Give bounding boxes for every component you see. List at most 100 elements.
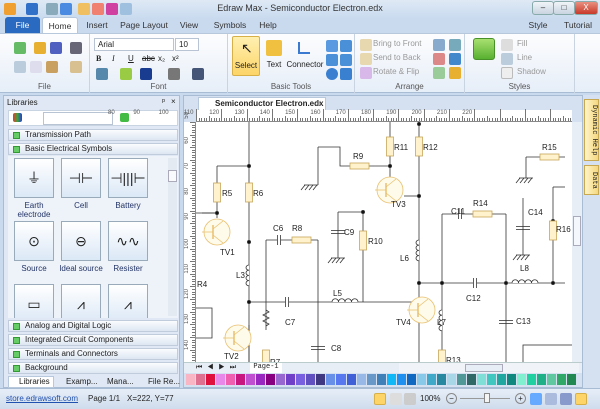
wire[interactable] (196, 307, 213, 339)
palette-swatch[interactable] (446, 374, 456, 385)
palette-swatch[interactable] (466, 374, 476, 385)
page-tab[interactable]: Page-1 (250, 363, 282, 373)
bold-button[interactable]: B (96, 54, 101, 63)
bottom-tab-examples[interactable]: Examp... (56, 377, 100, 386)
fit-page-icon[interactable] (530, 393, 542, 405)
palette-swatch[interactable] (286, 374, 296, 385)
palette-swatch[interactable] (456, 374, 466, 385)
transistor-tv1[interactable] (202, 218, 231, 246)
superscript-button[interactable]: x² (172, 54, 179, 63)
save-icon[interactable] (50, 42, 62, 54)
shadow-button[interactable]: Shadow (517, 67, 546, 76)
minimize-button[interactable]: – (532, 1, 554, 15)
pin-button[interactable]: ᵖ (162, 97, 165, 106)
paste-icon[interactable] (46, 61, 58, 73)
category-background[interactable]: Background (8, 362, 178, 374)
library-search-input[interactable] (43, 112, 113, 125)
split-view-icon[interactable] (390, 393, 402, 405)
line-spacing-icon[interactable] (96, 68, 108, 80)
document-tab-close[interactable]: ✕ (315, 98, 322, 110)
library-scroll-thumb[interactable] (168, 170, 177, 182)
capacitor-c12[interactable] (473, 278, 477, 288)
cut-icon[interactable] (14, 61, 26, 73)
bring-to-front-button[interactable]: Bring to Front (373, 39, 421, 48)
palette-swatch[interactable] (557, 374, 567, 385)
category-integrated-circuit[interactable]: Integrated Circuit Components (8, 334, 178, 346)
inductor-l6[interactable] (415, 239, 420, 262)
horizontal-scrollbar[interactable] (399, 363, 579, 373)
tab-view[interactable]: View (176, 17, 202, 34)
palette-swatch[interactable] (436, 374, 446, 385)
go-arrow-icon[interactable] (120, 113, 129, 122)
rectangle-tool-icon[interactable] (326, 54, 338, 66)
symbol-item[interactable]: ⏚ (14, 158, 54, 198)
resistor-r10[interactable] (359, 230, 367, 251)
highlight-icon[interactable] (120, 68, 132, 80)
font-size-select[interactable]: 10 (175, 38, 199, 51)
align-icon[interactable] (168, 68, 180, 80)
palette-swatch[interactable] (256, 374, 266, 385)
palette-swatch[interactable] (266, 374, 276, 385)
group-icon[interactable] (433, 67, 445, 79)
palette-swatch[interactable] (306, 374, 316, 385)
palette-swatch[interactable] (276, 374, 286, 385)
palette-swatch[interactable] (406, 374, 416, 385)
palette-swatch[interactable] (206, 374, 216, 385)
bottom-tab-libraries[interactable]: Libraries (8, 376, 54, 388)
palette-swatch[interactable] (396, 374, 406, 385)
align-objects-icon[interactable] (433, 39, 445, 51)
inductor-l5[interactable] (331, 298, 359, 303)
symbol-item[interactable]: ⊙ (14, 221, 54, 261)
zoom-out-button[interactable]: − (446, 393, 457, 404)
palette-swatch[interactable] (246, 374, 256, 385)
bottom-tab-file-recovery[interactable]: File Re... (138, 377, 182, 386)
bottom-tab-manage[interactable]: Mana... (97, 377, 141, 386)
palette-swatch[interactable] (537, 374, 547, 385)
inductor-l3[interactable] (245, 264, 250, 287)
resistor-r5[interactable] (213, 182, 221, 203)
category-transmission-path[interactable]: Transmission Path (8, 129, 178, 141)
category-basic-electrical-symbols[interactable]: Basic Electrical Symbols (8, 143, 178, 155)
ellipse-tool-icon[interactable] (326, 68, 338, 80)
tab-home[interactable]: Home (42, 17, 78, 34)
resistor-r7[interactable] (262, 349, 270, 362)
library-scrollbar[interactable] (168, 158, 177, 316)
arc-tool-icon[interactable] (340, 40, 352, 52)
close-button[interactable]: X (574, 1, 598, 15)
symbol-item[interactable]: ⊣|||⊢ (108, 158, 148, 198)
palette-swatch[interactable] (527, 374, 537, 385)
zoom-slider-thumb[interactable] (484, 393, 490, 403)
distribute-icon[interactable] (449, 39, 461, 51)
select-button[interactable]: ↖ Select (232, 36, 260, 76)
dynamic-help-tab[interactable]: Dynamic Help (584, 99, 599, 161)
tab-help[interactable]: Help (256, 17, 280, 34)
resistor-r9[interactable] (349, 162, 370, 170)
vertical-scrollbar[interactable] (572, 122, 582, 362)
palette-swatch[interactable] (196, 374, 206, 385)
underline-button[interactable]: U (128, 54, 134, 63)
horizontal-scroll-thumb[interactable] (465, 364, 503, 372)
fill-button[interactable]: Fill (517, 39, 527, 48)
palette-swatch[interactable] (567, 374, 577, 385)
palette-swatch[interactable] (296, 374, 306, 385)
palette-swatch[interactable] (517, 374, 527, 385)
zoom-window-icon[interactable] (545, 393, 557, 405)
palette-swatch[interactable] (547, 374, 557, 385)
palette-swatch[interactable] (476, 374, 486, 385)
quick-styles-button[interactable] (473, 38, 495, 60)
transistor-tv2[interactable] (223, 324, 252, 352)
rotate-flip-button[interactable]: Rotate & Flip (373, 67, 419, 76)
palette-swatch[interactable] (376, 374, 386, 385)
zoom-in-button[interactable]: + (515, 393, 526, 404)
open-folder-icon[interactable] (34, 42, 46, 54)
lock-icon[interactable] (449, 67, 461, 79)
category-terminals-connectors[interactable]: Terminals and Connectors (8, 348, 178, 360)
palette-swatch[interactable] (507, 374, 517, 385)
line-tool-icon[interactable] (326, 40, 338, 52)
palette-swatch[interactable] (336, 374, 346, 385)
presentation-icon[interactable] (404, 393, 416, 405)
maximize-button[interactable]: □ (553, 1, 575, 15)
symbol-item[interactable]: ⩘ (61, 284, 101, 318)
resistor-r11[interactable] (386, 136, 394, 157)
tutorial-menu[interactable]: Tutorial (560, 17, 596, 34)
